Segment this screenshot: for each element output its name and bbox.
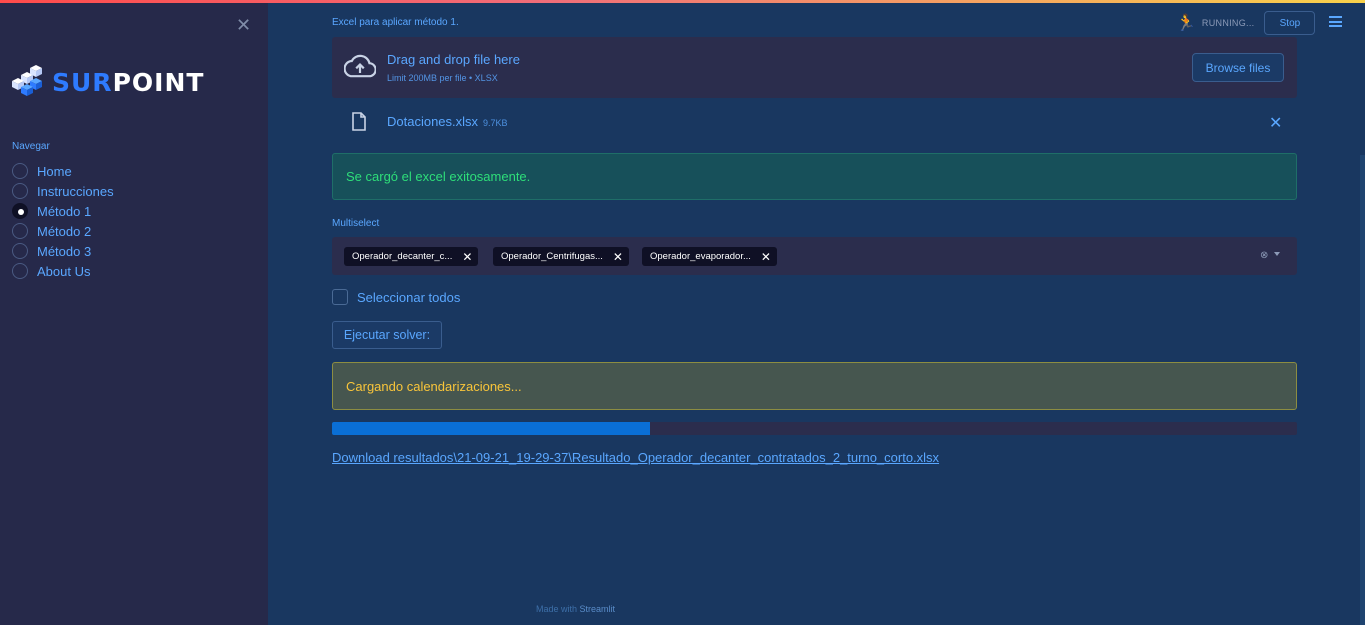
running-label: RUNNING...	[1201, 18, 1255, 28]
footer: Made with Streamlit	[536, 604, 615, 614]
nav-item-metodo-1[interactable]: Método 1	[12, 201, 114, 221]
tag-label: Operador_evaporador...	[650, 251, 751, 262]
multiselect-label: Multiselect	[332, 218, 380, 229]
clear-all-icon[interactable]: ⊗	[1260, 250, 1268, 261]
radio-icon	[12, 163, 28, 179]
sidebar: ✕ SURPOINT Navegar Home Instrucciones Mé…	[0, 3, 268, 625]
dropzone-title: Drag and drop file here	[387, 52, 520, 67]
running-status: 🏃 RUNNING... Stop	[1176, 11, 1316, 35]
warning-alert: Cargando calendarizaciones...	[332, 362, 1297, 410]
cubes-logo-icon	[12, 65, 42, 96]
streamlit-link[interactable]: Streamlit	[580, 604, 616, 614]
nav-label: Navegar	[12, 141, 50, 152]
tag-label: Operador_decanter_c...	[352, 251, 453, 262]
nav-item-metodo-3[interactable]: Método 3	[12, 241, 114, 261]
remove-tag-icon[interactable]: ✕	[761, 250, 771, 264]
nav-item-label: Método 2	[37, 223, 92, 239]
download-results-link[interactable]: Download resultados\21-09-21_19-29-37\Re…	[332, 450, 939, 465]
tag-label: Operador_Centrifugas...	[501, 251, 603, 262]
remove-tag-icon[interactable]: ✕	[613, 250, 623, 264]
logo: SURPOINT	[12, 65, 204, 99]
uploaded-file-row: Dotaciones.xlsx 9.7KB ✕	[332, 110, 1297, 134]
nav-item-instrucciones[interactable]: Instrucciones	[12, 181, 114, 201]
browse-files-button[interactable]: Browse files	[1192, 53, 1284, 82]
nav-item-label: Método 3	[37, 243, 92, 259]
multiselect-tag: Operador_decanter_c... ✕	[344, 247, 479, 266]
nav-item-about-us[interactable]: About Us	[12, 261, 114, 281]
success-message: Se cargó el excel exitosamente.	[346, 169, 531, 184]
running-man-icon: 🏃	[1176, 15, 1196, 32]
progress-bar-fill	[332, 422, 651, 435]
nav-item-label: Home	[37, 163, 72, 179]
stop-button[interactable]: Stop	[1264, 11, 1316, 35]
warning-message: Cargando calendarizaciones...	[346, 379, 522, 394]
radio-icon	[12, 263, 28, 279]
select-all-checkbox-row[interactable]: Seleccionar todos	[332, 289, 460, 305]
nav-item-metodo-2[interactable]: Método 2	[12, 221, 114, 241]
remove-file-icon[interactable]: ✕	[1269, 113, 1282, 133]
hamburger-menu-icon[interactable]	[1329, 16, 1342, 27]
radio-selected-icon	[12, 203, 28, 219]
remove-tag-icon[interactable]: ✕	[462, 250, 472, 264]
select-all-checkbox[interactable]	[332, 289, 348, 305]
select-all-label: Seleccionar todos	[357, 289, 461, 305]
file-icon	[352, 112, 366, 131]
success-alert: Se cargó el excel exitosamente.	[332, 153, 1297, 200]
file-name: Dotaciones.xlsx 9.7KB	[387, 114, 508, 129]
nav-item-label: About Us	[37, 263, 91, 279]
execute-solver-button[interactable]: Ejecutar solver:	[332, 321, 442, 349]
close-sidebar-icon[interactable]: ✕	[236, 16, 251, 34]
radio-icon	[12, 243, 28, 259]
multiselect-tag: Operador_Centrifugas... ✕	[493, 247, 629, 266]
file-size: 9.7KB	[483, 118, 508, 128]
multiselect-input[interactable]: Operador_decanter_c... ✕ Operador_Centrif…	[332, 237, 1297, 275]
progress-bar	[332, 422, 1297, 435]
footer-text: Made with	[536, 604, 578, 614]
file-dropzone[interactable]: Drag and drop file here Limit 200MB per …	[332, 37, 1297, 98]
nav-item-label: Instrucciones	[37, 183, 114, 199]
cloud-upload-icon	[344, 54, 376, 78]
chevron-down-icon[interactable]	[1274, 252, 1280, 256]
radio-icon	[12, 223, 28, 239]
nav-item-label: Método 1	[37, 203, 92, 219]
nav-item-home[interactable]: Home	[12, 161, 114, 181]
logo-text: SURPOINT	[52, 67, 205, 97]
uploader-label: Excel para aplicar método 1.	[332, 17, 459, 28]
dropzone-limit: Limit 200MB per file • XLSX	[387, 73, 498, 83]
radio-icon	[12, 183, 28, 199]
scrollbar[interactable]	[1360, 155, 1365, 625]
nav-radio-group: Home Instrucciones Método 1 Método 2 Mét…	[12, 161, 114, 281]
multiselect-tag: Operador_evaporador... ✕	[642, 247, 777, 266]
